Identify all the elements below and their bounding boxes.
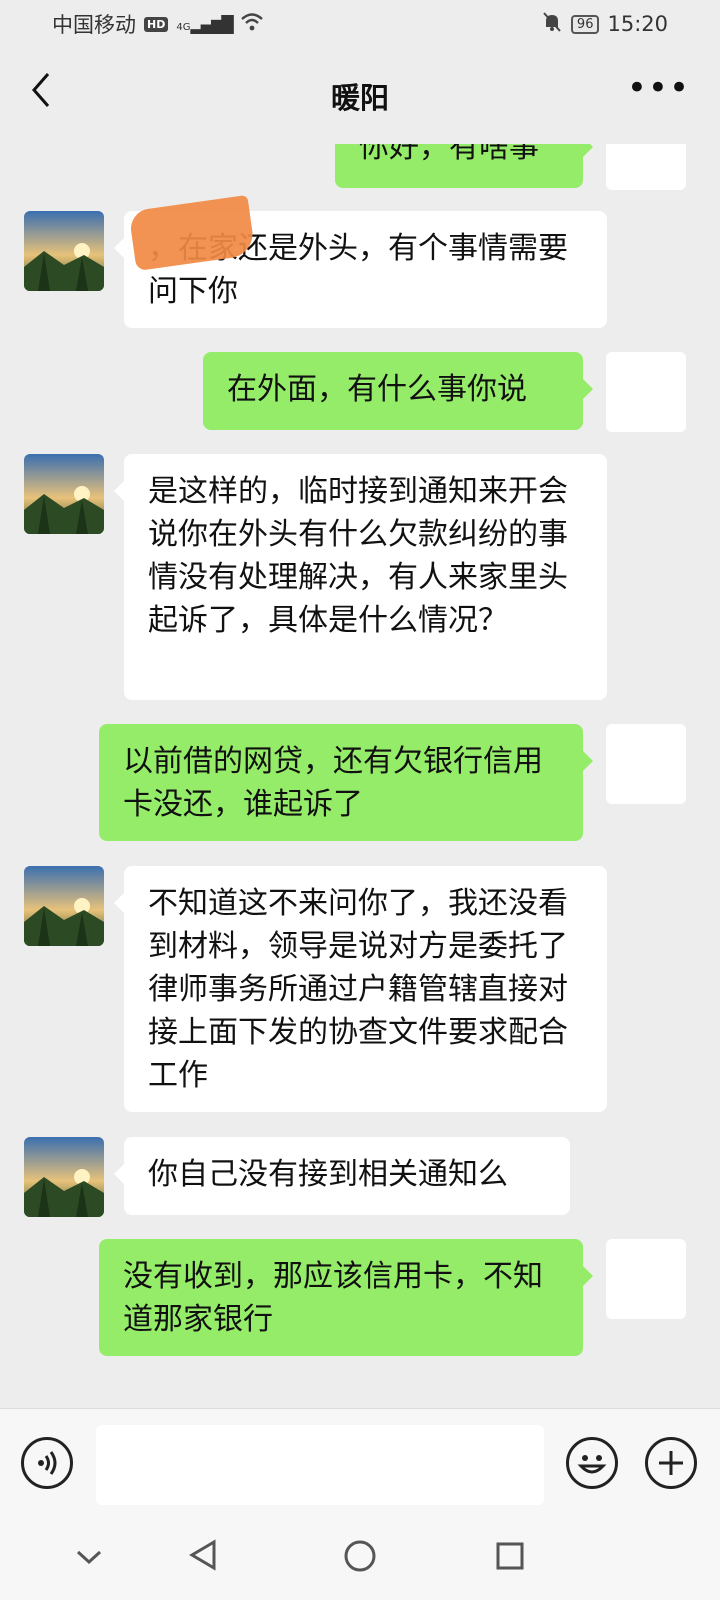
contact-avatar[interactable] (24, 866, 104, 946)
self-avatar[interactable] (606, 352, 686, 432)
system-nav-bar (0, 1520, 720, 1600)
status-right: 96 15:20 (541, 11, 668, 38)
message-text: 以前借的网贷，还有欠银行信用卡没还，谁起诉了 (123, 744, 543, 822)
chevron-left-icon[interactable] (26, 70, 70, 114)
mute-icon (541, 11, 563, 38)
status-left: 中国移动 HD 4G▂▄▆█ (52, 9, 264, 39)
message-text: 是这样的，临时接到通知来开会说你在外头有什么欠款纠纷的事情没有处理解决，有人来家… (148, 474, 568, 638)
message-bubble-outgoing[interactable]: 没有收到，那应该信用卡，不知道那家银行 (99, 1239, 593, 1356)
message-text: 没有收到，那应该信用卡，不知道那家银行 (123, 1259, 543, 1337)
message-bubble-outgoing[interactable]: 在外面，有什么事你说 (203, 352, 593, 430)
contact-avatar[interactable] (24, 454, 104, 534)
more-icon[interactable]: ••• (627, 70, 690, 106)
message-bubble-incoming[interactable]: 是这样的，临时接到通知来开会说你在外头有什么欠款纠纷的事情没有处理解决，有人来家… (114, 454, 607, 700)
chat-title: 暖阳 (330, 81, 389, 115)
contact-avatar[interactable] (24, 1137, 104, 1217)
message-input[interactable] (96, 1425, 544, 1505)
hd-icon: HD (144, 16, 169, 32)
collapse-icon[interactable] (66, 1538, 112, 1584)
message-text: 不知道这不来问你了，我还没看到材料，领导是说对方是委托了律师事务所通过户籍管辖直… (148, 886, 568, 1093)
battery-icon: 96 (570, 14, 600, 34)
self-avatar[interactable] (606, 724, 686, 804)
message-text: 在外面，有什么事你说 (227, 372, 527, 407)
message-text: 你自己没有接到相关通知么 (148, 1157, 508, 1192)
carrier-label: 中国移动 (52, 13, 136, 37)
emoji-icon[interactable] (566, 1437, 618, 1489)
status-bar: 中国移动 HD 4G▂▄▆█ 96 15:20 (0, 0, 720, 48)
home-circle-icon[interactable] (337, 1538, 383, 1584)
signal-icon: 4G▂▄▆█ (176, 14, 233, 34)
chat-header: 暖阳 ••• (0, 48, 720, 144)
message-list[interactable]: 你好，有啥事 ，在家还是外头，有个事情需要问下你 在外面，有什么事你说 是这样的… (0, 144, 720, 1408)
plus-icon[interactable] (645, 1437, 697, 1489)
message-bubble-outgoing[interactable]: 以前借的网贷，还有欠银行信用卡没还，谁起诉了 (99, 724, 593, 841)
message-text: 你好，有啥事 (359, 144, 539, 165)
message-bubble-outgoing[interactable]: 你好，有啥事 (335, 144, 593, 188)
self-avatar[interactable] (606, 1239, 686, 1319)
wifi-icon (240, 12, 264, 37)
message-bubble-incoming[interactable]: 你自己没有接到相关通知么 (114, 1137, 570, 1215)
message-bubble-incoming[interactable]: 不知道这不来问你了，我还没看到材料，领导是说对方是委托了律师事务所通过户籍管辖直… (114, 866, 607, 1112)
clock: 15:20 (607, 12, 668, 36)
input-bar (0, 1408, 720, 1521)
voice-icon[interactable] (21, 1437, 73, 1489)
contact-avatar[interactable] (24, 211, 104, 291)
message-bubble-incoming[interactable]: ，在家还是外头，有个事情需要问下你 (114, 194, 607, 328)
recents-square-icon[interactable] (487, 1538, 533, 1584)
self-avatar[interactable] (606, 144, 686, 190)
back-triangle-icon[interactable] (180, 1538, 226, 1584)
